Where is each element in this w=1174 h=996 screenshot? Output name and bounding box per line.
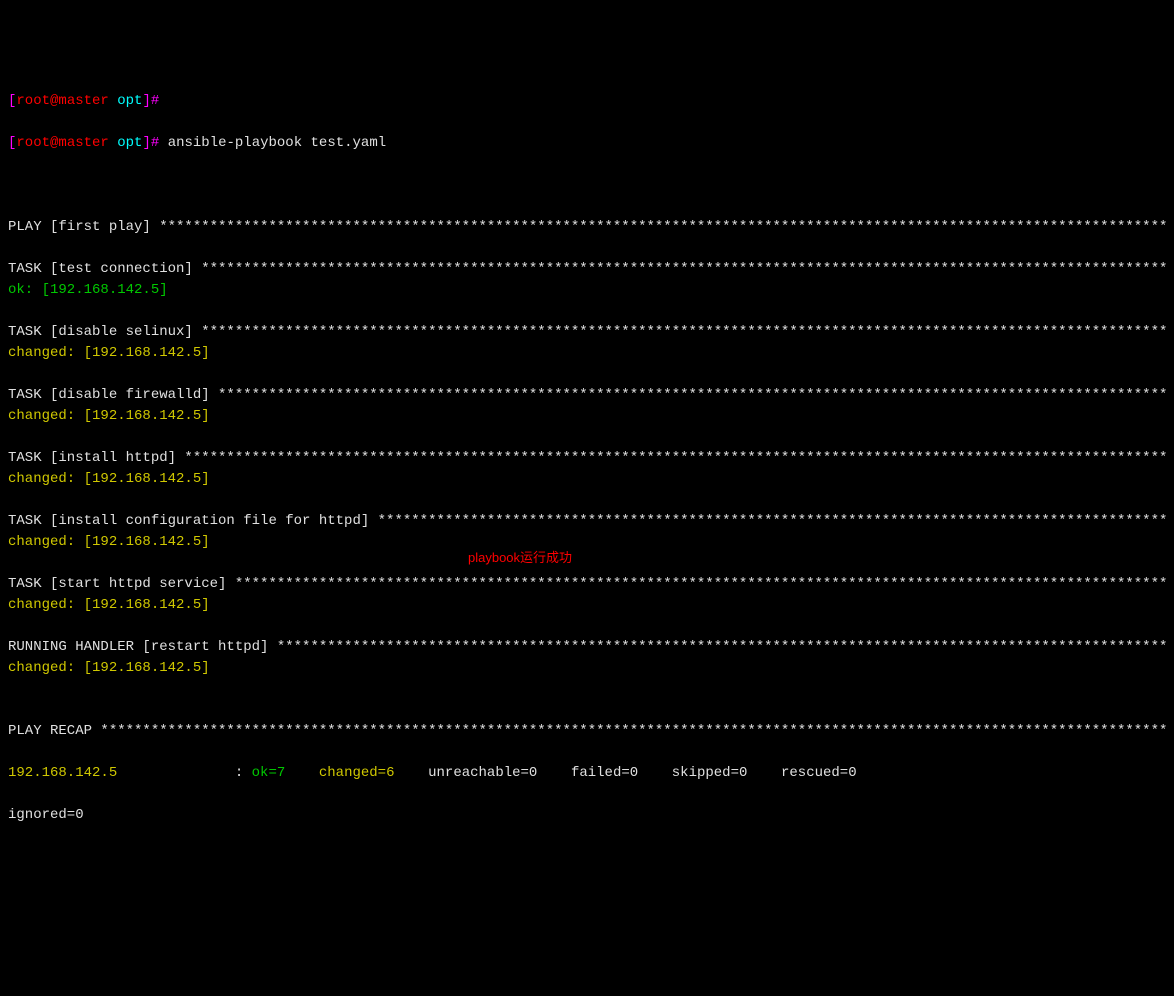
task-header: TASK [disable firewalld] ***************…	[8, 385, 1166, 406]
prompt-path: opt	[117, 93, 142, 109]
recap-host: 192.168.142.5	[8, 765, 117, 781]
recap-skipped: skipped=0	[672, 765, 748, 781]
play-recap-stats: 192.168.142.5 : ok=7 changed=6 unreachab…	[8, 763, 1166, 784]
recap-failed: failed=0	[571, 765, 638, 781]
task-result: changed: [192.168.142.5]	[8, 595, 1166, 616]
truncated-prompt-line: [root@master opt]#	[8, 91, 1166, 112]
task-header: RUNNING HANDLER [restart httpd] ********…	[8, 637, 1166, 658]
prompt-host: master	[58, 93, 108, 109]
task-header: TASK [start httpd service] *************…	[8, 574, 1166, 595]
command-line[interactable]: [root@master opt]# ansible-playbook test…	[8, 133, 1166, 154]
task-result: changed: [192.168.142.5]	[8, 658, 1166, 679]
command-text: ansible-playbook test.yaml	[168, 135, 386, 151]
task-header: TASK [install httpd] *******************…	[8, 448, 1166, 469]
play-recap-header: PLAY RECAP *****************************…	[8, 721, 1166, 742]
task-result: changed: [192.168.142.5]	[8, 469, 1166, 490]
task-header: TASK [install configuration file for htt…	[8, 511, 1166, 532]
task-result: changed: [192.168.142.5]	[8, 532, 1166, 553]
prompt-hash: #	[151, 93, 159, 109]
terminal-output: [root@master opt]# [root@master opt]# an…	[0, 84, 1174, 849]
recap-ignored: ignored=0	[8, 805, 1166, 826]
recap-changed: changed=6	[319, 765, 395, 781]
prompt-bracket: ]	[142, 93, 150, 109]
prompt-user: root	[16, 135, 50, 151]
recap-rescued: rescued=0	[781, 765, 857, 781]
annotation-label: playbook运行成功	[468, 548, 572, 568]
task-result: ok: [192.168.142.5]	[8, 280, 1166, 301]
recap-ok: ok=7	[252, 765, 286, 781]
recap-unreachable: unreachable=0	[428, 765, 537, 781]
task-header: TASK [test connection] *****************…	[8, 259, 1166, 280]
prompt-host: master	[58, 135, 108, 151]
prompt-bracket: ]	[142, 135, 150, 151]
task-header: TASK [disable selinux] *****************…	[8, 322, 1166, 343]
task-result: changed: [192.168.142.5]	[8, 406, 1166, 427]
prompt-user: root	[16, 93, 50, 109]
prompt-path: opt	[117, 135, 142, 151]
task-result: changed: [192.168.142.5]	[8, 343, 1166, 364]
task-header: PLAY [first play] **********************…	[8, 217, 1166, 238]
